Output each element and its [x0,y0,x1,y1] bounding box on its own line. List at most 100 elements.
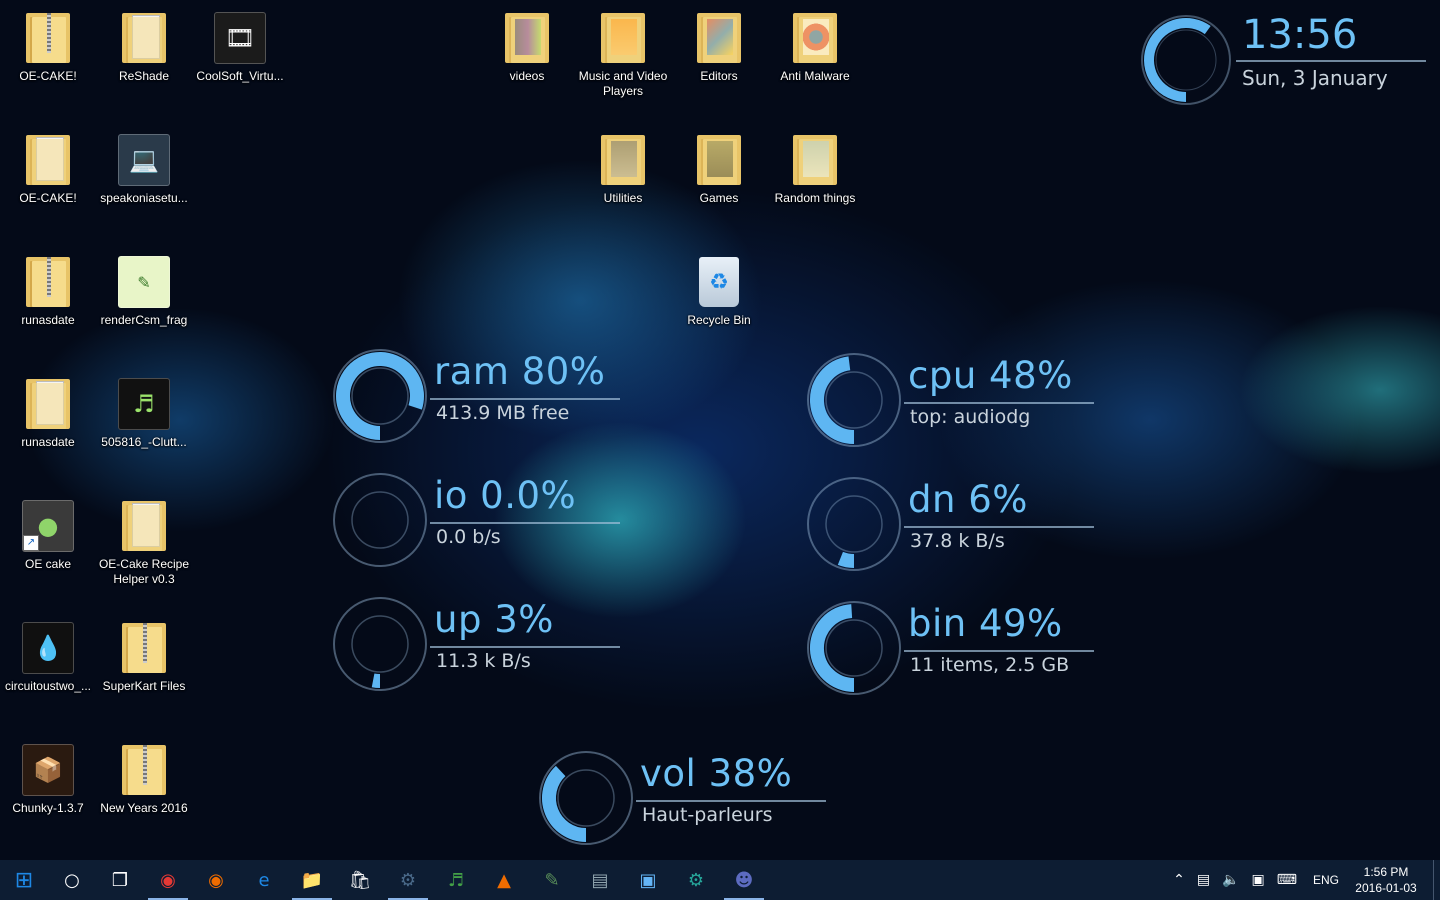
desktop-icon-label: OE-CAKE! [19,69,77,83]
installer-icon: ⚙ [687,869,705,891]
taskbar-clock[interactable]: 1:56 PM 2016-01-03 [1349,864,1423,896]
desktop-icon-label: Utilities [603,191,643,205]
desktop-icon[interactable]: runasdate [0,370,96,450]
cpu-ring-inner [825,371,883,429]
upload-subtitle: 11.3 k B/s [436,650,531,672]
vlc-icon: ▲ [497,869,511,891]
volume-subtitle: Haut-parleurs [642,804,773,826]
taskbar-installer-button[interactable]: ⚙ [672,860,720,900]
desktop-icon-label: OE cake [24,557,72,571]
speaker-icon[interactable]: 🔈 [1222,872,1239,888]
io-ring-outline [333,473,427,567]
download-title: dn 6% [908,478,1028,521]
desktop-icon[interactable]: Music and Video Players [575,4,671,99]
cpu-title: cpu 48% [908,354,1073,397]
clock-widget: 13:56 Sun, 3 January [1138,12,1438,112]
ram-title: ram 80% [434,350,606,393]
show-desktop-button[interactable] [1433,860,1440,900]
taskbar-task-view-button[interactable]: ❐ [96,860,144,900]
desktop-icon[interactable]: Games [671,126,767,206]
clock-ring-fill [1144,18,1211,102]
taskbar-store-button[interactable]: 🛍 [336,860,384,900]
upload-gauge: up 3% 11.3 k B/s [332,596,632,696]
desktop-icon[interactable]: OE-Cake Recipe Helper v0.3 [96,492,192,587]
recycle-bin-subtitle: 11 items, 2.5 GB [910,654,1070,676]
action-center-icon[interactable]: ▣ [1252,872,1265,888]
desktop-icon[interactable]: OE-CAKE! [0,4,96,84]
keyboard-icon[interactable]: ⌨ [1277,872,1297,888]
discord-icon: ☻ [734,869,754,891]
desktop-icon[interactable]: Anti Malware [767,4,863,84]
network-icon[interactable]: ▤ [1197,872,1210,888]
firefox-icon: ◉ [208,869,224,891]
desktop-icon[interactable]: 💧 circuitoustwo_... [0,614,96,694]
task-view-icon: ❐ [111,869,129,891]
chevron-up-icon[interactable]: ⌃ [1173,872,1185,888]
desktop-icon[interactable]: 📦 Chunky-1.3.7 [0,736,96,816]
taskbar-start-button[interactable]: ⊞ [0,860,48,900]
media-folder-icon [595,10,651,66]
recycle-bin-icon: ♻ [691,254,747,310]
taskbar-fl-studio-button[interactable]: ♬ [432,860,480,900]
desktop-icon-label: runasdate [21,435,75,449]
volume-title: vol 38% [640,752,793,795]
language-indicator[interactable]: ENG [1313,873,1339,887]
clock-ring [1141,15,1231,105]
taskbar-vlc-button[interactable]: ▲ [480,860,528,900]
notepad-icon: ✎ [116,254,172,310]
bin-ring-fill [809,604,855,692]
taskbar-edge-button[interactable]: e [240,860,288,900]
games-folder-icon [691,132,747,188]
control-panel-icon: ▣ [639,869,657,891]
recycle-bin-divider [904,650,1094,652]
download-divider [904,526,1094,528]
desktop-icon[interactable]: New Years 2016 [96,736,192,816]
desktop-icon[interactable]: Random things [767,126,863,206]
io-title: io 0.0% [434,474,577,517]
desktop-icon-label: OE-CAKE! [19,191,77,205]
taskbar-search-button[interactable]: ○ [48,860,96,900]
taskbar-firefox-button[interactable]: ◉ [192,860,240,900]
desktop-icon-label: speakoniasetu... [100,191,188,205]
desktop-icon[interactable]: 💻 speakoniasetu... [96,126,192,206]
desktop-icon[interactable]: runasdate [0,248,96,328]
taskbar-control-panel-button[interactable]: ▣ [624,860,672,900]
folder-icon [116,10,172,66]
recycle-bin-ring [807,601,901,695]
taskbar-editor-button[interactable]: ✎ [528,860,576,900]
taskbar-chrome-button[interactable]: ◉ [144,860,192,900]
video-folder-icon [499,10,555,66]
notepad-icon: ✎ [544,869,560,891]
desktop-icon-label: CoolSoft_Virtu... [196,69,284,83]
desktop-icon-label: Games [699,191,739,205]
desktop-icon[interactable]: SuperKart Files [96,614,192,694]
taskbar-disk-tool-button[interactable]: ▤ [576,860,624,900]
music-app-icon: ♬ [116,376,172,432]
cpu-ring [807,353,901,447]
taskbar-explorer-button[interactable]: 📁 [288,860,336,900]
desktop-icon-label: SuperKart Files [102,679,186,693]
taskbar-discord-button[interactable]: ☻ [720,860,768,900]
desktop-icon[interactable]: 🎞 CoolSoft_Virtu... [192,4,288,84]
desktop-icon[interactable]: ReShade [96,4,192,84]
desktop-icon[interactable]: OE-CAKE! [0,126,96,206]
desktop-icon[interactable]: ✎ renderCsm_frag [96,248,192,328]
volume-divider [636,800,826,802]
cpu-subtitle: top: audiodg [910,406,1031,428]
oecake-shortcut-icon: ● ↗ [20,498,76,554]
desktop-icon[interactable]: ♬ 505816_-Clutt... [96,370,192,450]
taskbar-steam-button[interactable]: ⚙ [384,860,432,900]
zip-folder-icon [116,742,172,798]
desktop-icon[interactable]: videos [479,4,575,84]
folder-icon [116,498,172,554]
desktop-icon[interactable]: ♻ Recycle Bin [671,248,767,328]
taskbar: ⊞ ○ ❐ ◉ ◉ e 📁 🛍 ⚙ ♬ ▲ ✎ ▤ ▣ ⚙ ☻ ⌃ ▤ 🔈 ▣ ⌨ ENG 1:56 PM 2… [0,860,1440,900]
desktop-icon[interactable]: Editors [671,4,767,84]
desktop-icon[interactable]: ● ↗ OE cake [0,492,96,572]
desktop-icon[interactable]: Utilities [575,126,671,206]
desktop-icon-label: runasdate [21,313,75,327]
vol-ring-inner [557,769,615,827]
volume-gauge: vol 38% Haut-parleurs [538,750,838,850]
dn-ring-inner [825,495,883,553]
cpu-divider [904,402,1094,404]
